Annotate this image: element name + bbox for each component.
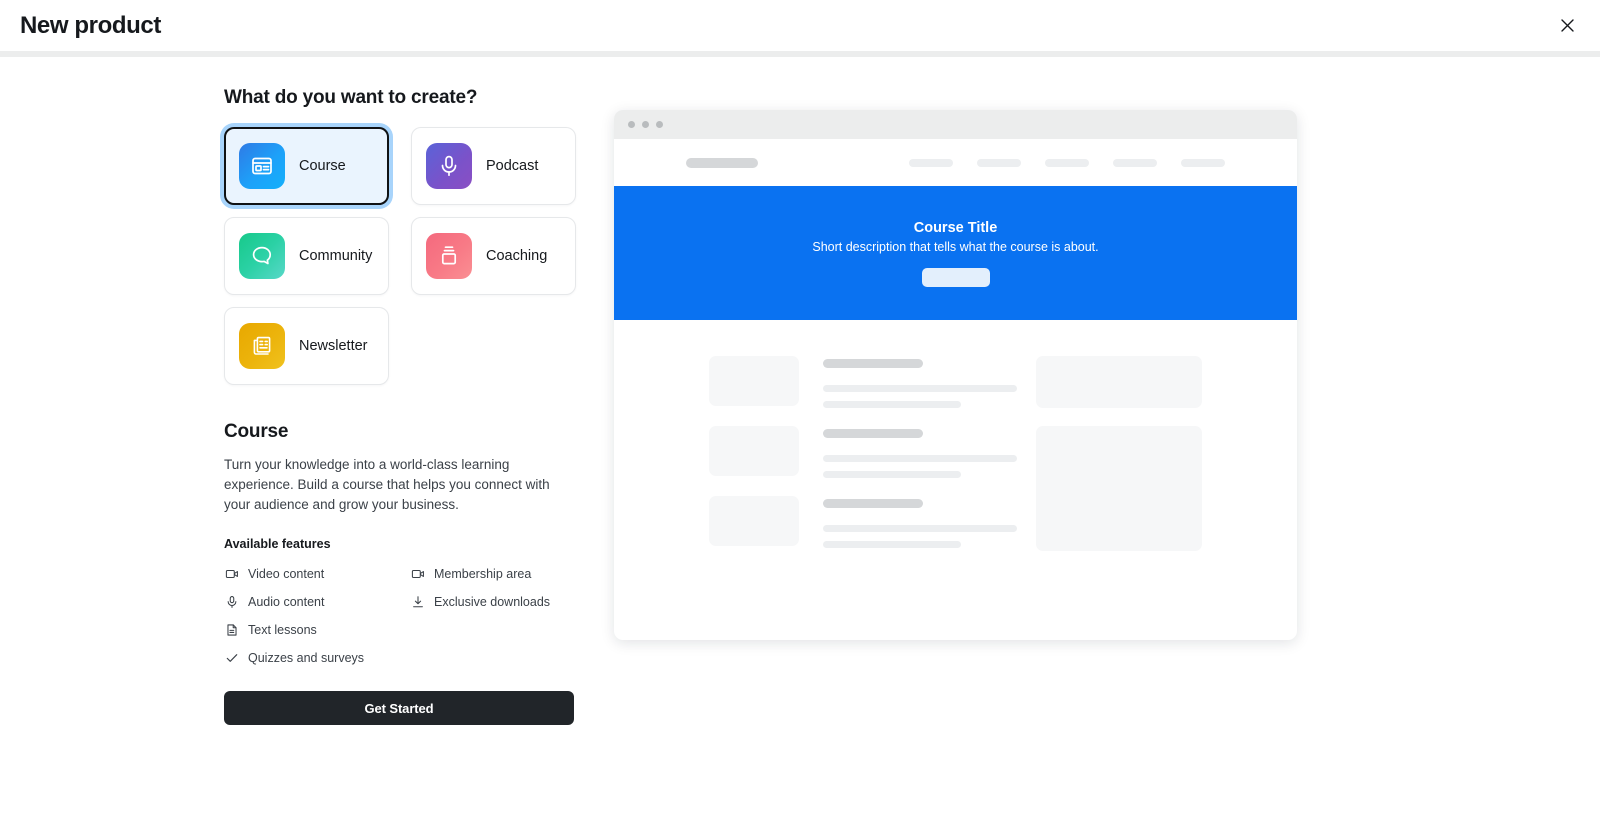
feature-item: Exclusive downloads: [410, 590, 576, 613]
chat-bubble-icon: [239, 233, 285, 279]
text-placeholder-group: [823, 426, 1017, 478]
available-features-heading: Available features: [224, 537, 331, 551]
feature-label: Exclusive downloads: [434, 594, 551, 609]
nav-link-placeholders: [909, 158, 1225, 167]
feature-label: Audio content: [248, 594, 325, 609]
feature-item: Audio content: [224, 590, 410, 613]
traffic-light-dot: [656, 121, 663, 128]
feature-item-empty: [410, 646, 576, 669]
close-icon[interactable]: [1552, 11, 1582, 41]
product-detail: Course Turn your knowledge into a world-…: [224, 421, 576, 725]
product-type-card-course[interactable]: Course: [224, 127, 389, 205]
preview-content: [614, 320, 1297, 551]
hero-title: Course Title: [913, 219, 998, 236]
feature-item: Text lessons: [224, 618, 410, 641]
text-line-placeholder: [823, 401, 961, 408]
product-type-card-coaching[interactable]: Coaching: [411, 217, 576, 295]
hero-cta-placeholder: [921, 267, 990, 287]
thumbnail-placeholder: [709, 426, 799, 476]
text-line-placeholder: [823, 471, 961, 478]
hero-subtitle: Short description that tells what the co…: [812, 239, 1099, 254]
presentation-icon: [426, 233, 472, 279]
preview-content-row: [709, 356, 1225, 408]
traffic-light-dot: [628, 121, 635, 128]
product-type-label: Community: [299, 248, 373, 264]
product-type-grid: Course Podcast Community Coaching Newsle…: [224, 127, 576, 385]
logo-placeholder: [686, 157, 758, 168]
microphone-icon: [426, 143, 472, 189]
title-placeholder: [823, 499, 923, 508]
product-preview: Course Title Short description that tell…: [614, 110, 1297, 640]
thumbnail-placeholder: [709, 356, 799, 406]
section-heading: What do you want to create?: [224, 87, 478, 108]
product-type-card-podcast[interactable]: Podcast: [411, 127, 576, 205]
detail-description: Turn your knowledge into a world-class l…: [224, 457, 550, 512]
feature-item: Video content: [224, 562, 410, 585]
feature-label: Text lessons: [248, 622, 317, 637]
text-line-placeholder: [823, 455, 1017, 462]
traffic-light-dot: [642, 121, 649, 128]
text-line-placeholder: [823, 385, 1017, 392]
feature-label: Quizzes and surveys: [248, 650, 365, 665]
video-camera-icon: [410, 566, 425, 581]
document-icon: [224, 622, 239, 637]
feature-item: Membership area: [410, 562, 576, 585]
check-icon: [224, 650, 239, 665]
title-placeholder: [823, 429, 923, 438]
product-type-label: Podcast: [486, 158, 539, 174]
download-icon: [410, 594, 425, 609]
nav-link-placeholder: [1113, 158, 1157, 167]
modal-body: What do you want to create? Course Podca…: [0, 57, 1600, 831]
product-type-label: Course: [299, 158, 346, 174]
feature-label: Video content: [248, 566, 325, 581]
title-placeholder: [823, 359, 923, 368]
newspaper-icon: [239, 323, 285, 369]
product-type-label: Coaching: [486, 248, 548, 264]
get-started-button[interactable]: Get Started: [224, 691, 574, 725]
microphone-icon: [224, 594, 239, 609]
page-title: New product: [20, 11, 161, 39]
course-window-icon: [239, 143, 285, 189]
features-list: Video content Membership area Audio cont…: [224, 562, 576, 669]
feature-label: Membership area: [434, 566, 532, 581]
text-placeholder-group: [823, 356, 1017, 408]
product-type-card-community[interactable]: Community: [224, 217, 389, 295]
feature-item-empty: [410, 618, 576, 641]
product-type-card-newsletter[interactable]: Newsletter: [224, 307, 389, 385]
side-card-placeholder: [1036, 356, 1202, 408]
text-placeholder-group: [823, 496, 1017, 548]
nav-link-placeholder: [1045, 158, 1089, 167]
preview-content-row: [709, 496, 1225, 548]
detail-title: Course: [224, 421, 289, 442]
feature-item: Quizzes and surveys: [224, 646, 410, 669]
text-line-placeholder: [823, 525, 1017, 532]
nav-link-placeholder: [977, 158, 1021, 167]
nav-link-placeholder: [1181, 158, 1225, 167]
browser-chrome-bar: [614, 110, 1297, 139]
product-type-pane: What do you want to create? Course Podca…: [224, 87, 576, 725]
thumbnail-placeholder: [709, 496, 799, 546]
preview-site-nav: [614, 139, 1297, 186]
nav-link-placeholder: [909, 158, 953, 167]
preview-content-row: [709, 426, 1225, 551]
preview-hero: Course Title Short description that tell…: [614, 186, 1297, 320]
video-camera-icon: [224, 566, 239, 581]
modal-header: New product: [0, 0, 1600, 51]
text-line-placeholder: [823, 541, 961, 548]
product-type-label: Newsletter: [299, 338, 368, 354]
